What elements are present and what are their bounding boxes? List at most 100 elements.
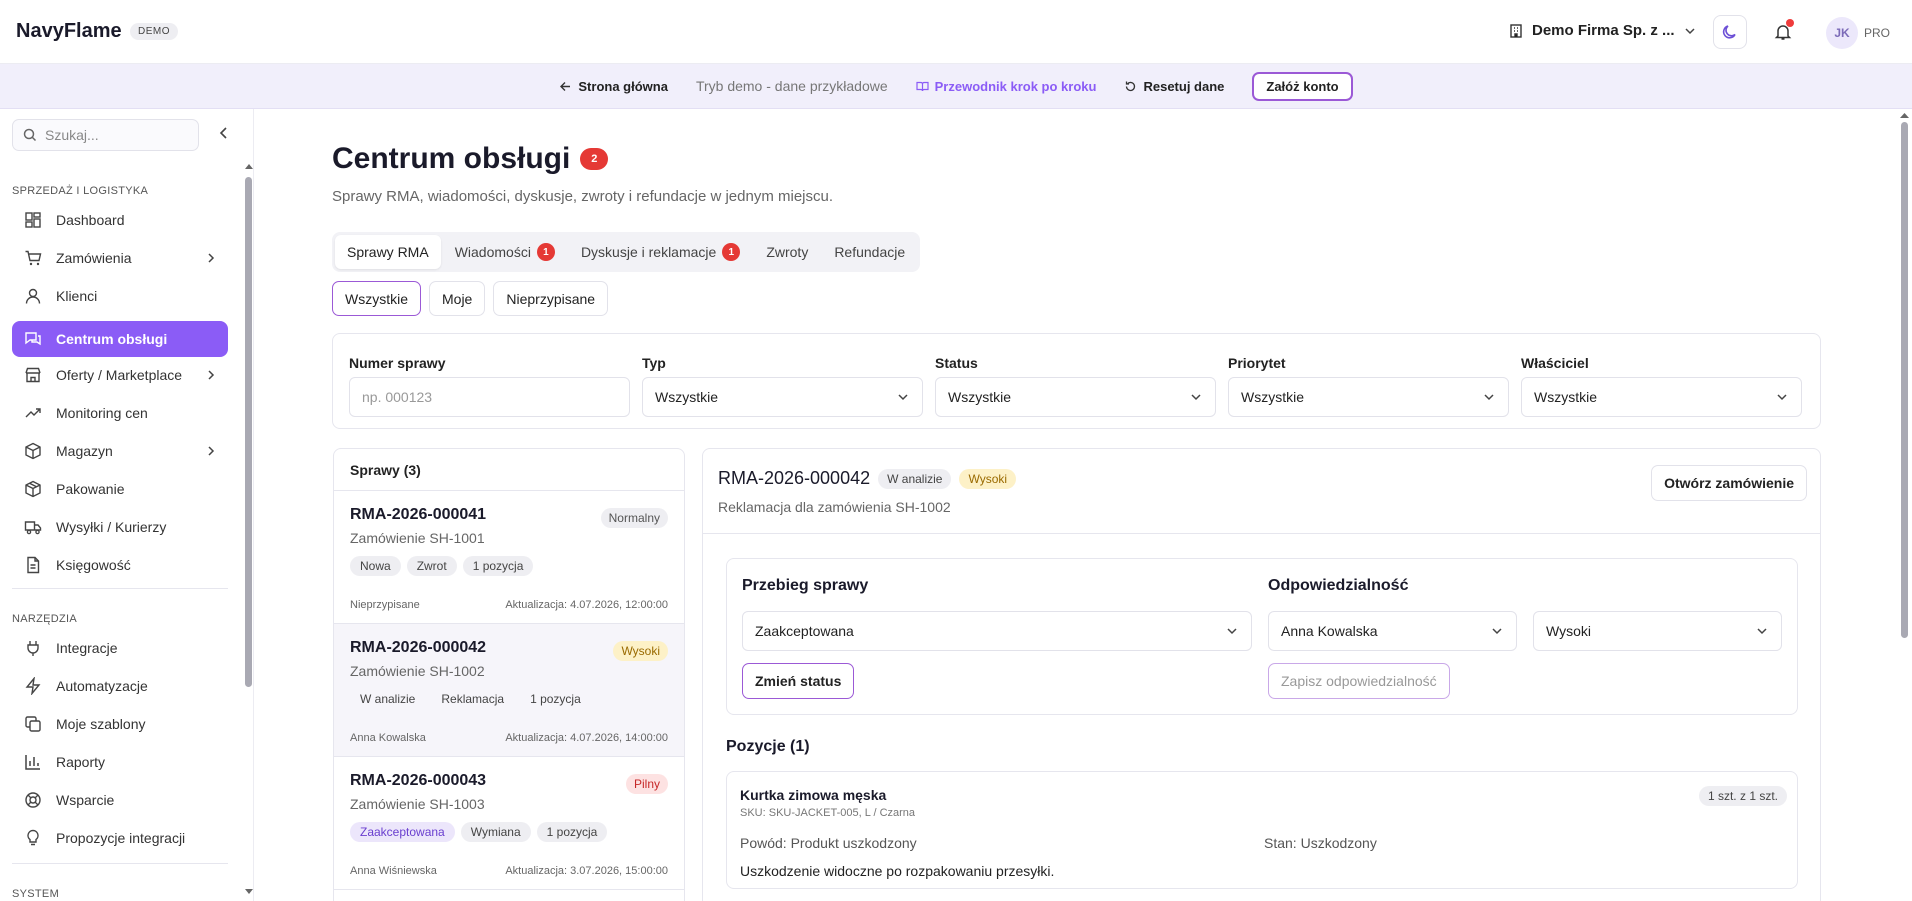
user-icon bbox=[25, 288, 41, 304]
sidebar-item-templates[interactable]: Moje szablony bbox=[12, 706, 228, 742]
owner-assign-select[interactable]: Anna Kowalska bbox=[1268, 611, 1517, 651]
subtab-unassigned[interactable]: Nieprzypisane bbox=[493, 281, 609, 316]
home-link[interactable]: Strona główna bbox=[559, 79, 668, 94]
select-value: Wszystkie bbox=[655, 389, 718, 405]
notifications-button[interactable] bbox=[1766, 15, 1800, 49]
case-number-input[interactable]: np. 000123 bbox=[349, 377, 630, 417]
case-flow-title: Przebieg sprawy bbox=[742, 577, 869, 594]
theme-toggle-button[interactable] bbox=[1713, 15, 1747, 49]
sidebar-item-integrations[interactable]: Integracje bbox=[12, 630, 228, 666]
status-select[interactable]: Wszystkie bbox=[935, 377, 1216, 417]
sidebar-item-warehouse[interactable]: Magazyn bbox=[12, 433, 228, 469]
chevron-down-icon bbox=[1227, 628, 1237, 635]
save-responsibility-button[interactable]: Zapisz odpowiedzialność bbox=[1268, 663, 1450, 699]
position-reason: Powód: Produkt uszkodzony bbox=[740, 835, 917, 851]
sidebar-item-label: Księgowość bbox=[56, 557, 131, 573]
filter-owner: Właściciel Wszystkie bbox=[1521, 355, 1802, 417]
case-updated: Aktualizacja: 3.07.2026, 15:00:00 bbox=[505, 865, 668, 877]
items-chip: 1 pozycja bbox=[530, 692, 581, 706]
sidebar-scrollbar[interactable] bbox=[245, 164, 253, 894]
reset-data-label: Resetuj dane bbox=[1143, 78, 1225, 94]
company-switcher[interactable]: Demo Firma Sp. z ... bbox=[1508, 22, 1697, 39]
filter-label: Status bbox=[935, 355, 978, 371]
case-list-item-selected[interactable]: RMA-2026-000042 Zamówienie SH-1002 Wysok… bbox=[334, 624, 684, 757]
case-flow-panel: Przebieg sprawy Zaakceptowana Zmień stat… bbox=[726, 558, 1798, 715]
sidebar-item-dashboard[interactable]: Dashboard bbox=[12, 202, 228, 238]
case-status-select[interactable]: Zaakceptowana bbox=[742, 611, 1252, 651]
chevron-down-icon bbox=[898, 394, 908, 401]
tab-count-badge: 1 bbox=[536, 243, 555, 261]
case-list-item[interactable]: RMA-2026-000043 Zamówienie SH-1003 Pilny… bbox=[334, 757, 684, 890]
open-order-button[interactable]: Otwórz zamówienie bbox=[1651, 465, 1807, 501]
subtab-mine[interactable]: Moje bbox=[429, 281, 486, 316]
main-scroll-thumb[interactable] bbox=[1901, 122, 1908, 638]
tab-refunds[interactable]: Refundacje bbox=[822, 235, 917, 269]
tab-rma-cases[interactable]: Sprawy RMA bbox=[335, 235, 441, 269]
case-number-placeholder: np. 000123 bbox=[362, 389, 433, 405]
sidebar-item-automations[interactable]: Automatyzacje bbox=[12, 668, 228, 704]
sidebar-item-orders[interactable]: Zamówienia bbox=[12, 240, 228, 276]
brand-logo[interactable]: NavyFlame bbox=[16, 20, 122, 43]
reset-data-button[interactable]: Resetuj dane bbox=[1124, 79, 1224, 94]
sidebar-item-label: Centrum obsługi bbox=[56, 331, 168, 347]
sidebar-item-accounting[interactable]: Księgowość bbox=[12, 547, 228, 583]
demo-badge: DEMO bbox=[130, 23, 178, 40]
sidebar-item-label: Monitoring cen bbox=[56, 405, 148, 421]
case-list-item[interactable]: RMA-2026-000041 Zamówienie SH-1001 Norma… bbox=[334, 491, 684, 624]
case-owner: Nieprzypisane bbox=[350, 599, 420, 611]
priority-select[interactable]: Wszystkie bbox=[1228, 377, 1509, 417]
tab-discussions[interactable]: Dyskusje i reklamacje 1 bbox=[569, 235, 752, 269]
sidebar-item-integration-proposals[interactable]: Propozycje integracji bbox=[12, 820, 228, 856]
box-icon bbox=[25, 442, 41, 460]
sidebar-item-price-monitoring[interactable]: Monitoring cen bbox=[12, 395, 228, 431]
sidebar-scroll-thumb[interactable] bbox=[245, 177, 252, 687]
select-value: Anna Kowalska bbox=[1281, 623, 1378, 639]
sidebar-item-support[interactable]: Wsparcie bbox=[12, 782, 228, 818]
priority-badge: Pilny bbox=[625, 774, 668, 794]
case-order: Zamówienie SH-1002 bbox=[350, 663, 485, 679]
subtab-all[interactable]: Wszystkie bbox=[332, 281, 421, 316]
position-name: Kurtka zimowa męska bbox=[740, 787, 887, 803]
demo-bar: Strona główna Tryb demo - dane przykłado… bbox=[0, 64, 1912, 109]
case-order: Zamówienie SH-1001 bbox=[350, 530, 485, 546]
create-account-button[interactable]: Załóż konto bbox=[1252, 71, 1353, 101]
filter-label: Priorytet bbox=[1228, 355, 1286, 371]
case-updated: Aktualizacja: 4.07.2026, 12:00:00 bbox=[505, 599, 668, 611]
main-tabs: Sprawy RMA Wiadomości 1 Dyskusje i reklam… bbox=[332, 232, 921, 272]
sidebar-item-offers[interactable]: Oferty / Marketplace bbox=[12, 357, 228, 393]
tab-returns[interactable]: Zwroty bbox=[754, 235, 820, 269]
sidebar-item-label: Wysyłki / Kurierzy bbox=[56, 519, 167, 535]
case-priority-badge: Wysoki bbox=[959, 468, 1017, 489]
change-status-button[interactable]: Zmień status bbox=[742, 663, 855, 699]
priority-badge: Normalny bbox=[600, 508, 668, 528]
book-icon bbox=[916, 81, 929, 91]
filters-panel: Numer sprawy np. 000123 Typ Wszystkie St… bbox=[332, 333, 1821, 429]
owner-select[interactable]: Wszystkie bbox=[1521, 377, 1802, 417]
case-detail-id: RMA-2026-000042 bbox=[718, 468, 871, 488]
sidebar-item-reports[interactable]: Raporty bbox=[12, 744, 228, 780]
tab-messages[interactable]: Wiadomości 1 bbox=[443, 235, 567, 269]
avatar[interactable]: JK bbox=[1826, 17, 1858, 49]
type-select[interactable]: Wszystkie bbox=[642, 377, 923, 417]
trend-icon bbox=[25, 408, 41, 418]
page-title-text: Centrum obsługi bbox=[332, 142, 571, 175]
priority-assign-select[interactable]: Wysoki bbox=[1533, 611, 1782, 651]
collapse-sidebar-button[interactable] bbox=[216, 125, 232, 141]
sidebar-item-label: Wsparcie bbox=[56, 792, 115, 808]
main-scrollbar[interactable] bbox=[1900, 112, 1909, 898]
sidebar-item-service-center[interactable]: Centrum obsługi bbox=[12, 321, 228, 357]
position-state: Stan: Uszkodzony bbox=[1264, 835, 1377, 851]
section-sales-label: SPRZEDAŻ I LOGISTYKA bbox=[12, 185, 149, 197]
sidebar-item-shipping[interactable]: Wysyłki / Kurierzy bbox=[12, 509, 228, 545]
status-chip: W analizie bbox=[360, 692, 416, 706]
sidebar-item-label: Pakowanie bbox=[56, 481, 125, 497]
chat-icon bbox=[25, 332, 41, 346]
search-icon bbox=[23, 128, 37, 142]
sidebar-item-label: Magazyn bbox=[56, 443, 113, 459]
sidebar-item-clients[interactable]: Klienci bbox=[12, 278, 228, 314]
sidebar-search-input[interactable]: Szukaj... bbox=[12, 119, 199, 151]
case-updated: Aktualizacja: 4.07.2026, 14:00:00 bbox=[505, 732, 668, 744]
guide-link[interactable]: Przewodnik krok po kroku bbox=[916, 79, 1096, 94]
sidebar-item-packing[interactable]: Pakowanie bbox=[12, 471, 228, 507]
scroll-down-icon bbox=[245, 889, 253, 894]
